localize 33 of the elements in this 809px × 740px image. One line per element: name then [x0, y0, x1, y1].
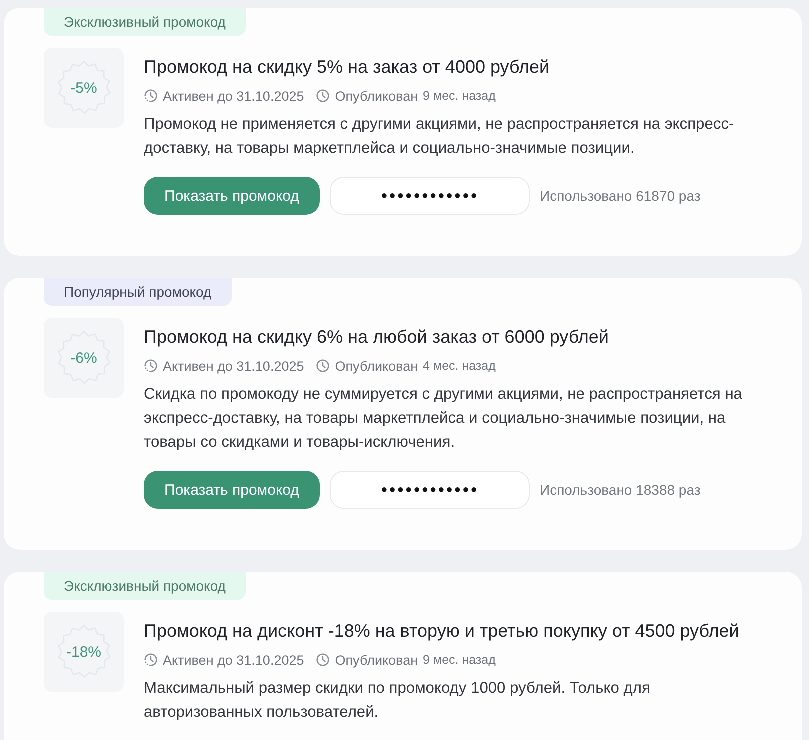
published-time: 4 мес. назад: [423, 359, 496, 373]
usage-count: Использовано 18388 раз: [540, 482, 701, 498]
timer-icon: [144, 89, 158, 103]
discount-value: -18%: [66, 644, 102, 660]
promo-tag: Эксклюзивный промокод: [44, 8, 246, 36]
masked-code-field[interactable]: ●●●●●●●●●●●●: [330, 177, 530, 215]
timer-icon: [144, 653, 158, 667]
promo-title: Промокод на скидку 5% на заказ от 4000 рублей: [144, 56, 551, 79]
active-until-text: Активен до 31.10.2025: [163, 358, 304, 374]
active-until-text: Активен до 31.10.2025: [163, 652, 304, 668]
clock-icon: [316, 89, 330, 103]
clock-icon: [316, 359, 330, 373]
show-promo-button[interactable]: Показать промокод: [144, 471, 320, 509]
masked-code-field[interactable]: ●●●●●●●●●●●●: [330, 471, 530, 509]
show-promo-button[interactable]: Показать промокод: [144, 177, 320, 215]
promo-description: Скидка по промокоду не суммируется с другими акциями, не распространяется на экспресс-доставку, на товары маркетплейса и социально-значимые позиции, на товары со скидками и товары-исключения.: [144, 385, 744, 453]
promo-description: Промокод не применяется с другими акциями, не распространяется на экспресс-доставку, на товары маркетплейса и социально-значимые позиции.: [144, 115, 736, 159]
published-label: Опубликован: [335, 88, 418, 104]
promo-title: Промокод на скидку 6% на любой заказ от 6000 рублей: [144, 326, 610, 349]
promo-tag: Популярный промокод: [44, 278, 232, 306]
discount-value: -5%: [70, 80, 98, 96]
usage-count: Использовано 61870 раз: [540, 188, 701, 204]
clock-icon: [316, 653, 330, 667]
published-label: Опубликован: [335, 358, 418, 374]
published-label: Опубликован: [335, 652, 418, 668]
promo-tag: Эксклюзивный промокод: [44, 572, 246, 600]
discount-value: -6%: [70, 350, 98, 366]
promo-description: Максимальный размер скидки по промокоду 1000 рублей. Только для авторизованных пользователей.: [144, 679, 652, 723]
published-time: 9 мес. назад: [423, 653, 496, 667]
active-until-text: Активен до 31.10.2025: [163, 88, 304, 104]
timer-icon: [144, 359, 158, 373]
published-time: 9 мес. назад: [423, 89, 496, 103]
promo-title: Промокод на дисконт -18% на вторую и третью покупку от 4500 рублей: [144, 620, 740, 643]
